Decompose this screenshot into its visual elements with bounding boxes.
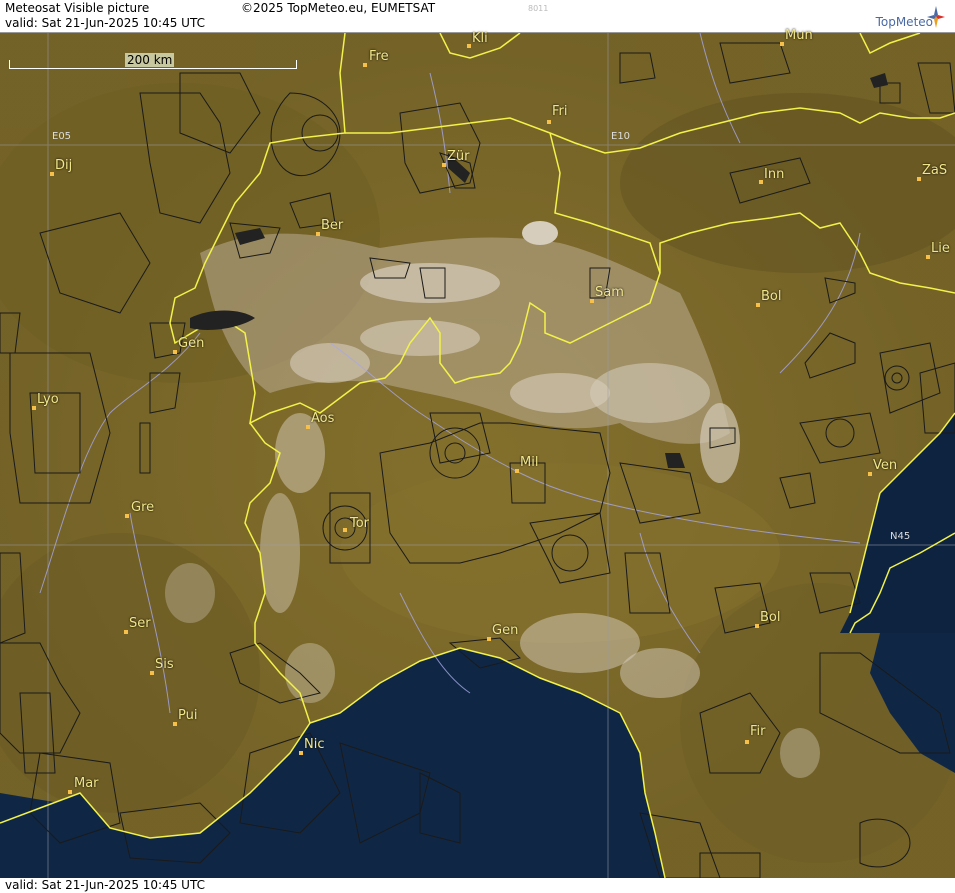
city-dot bbox=[926, 255, 930, 259]
scale-label: 200 km bbox=[125, 53, 175, 67]
city-dot bbox=[487, 637, 491, 641]
scale-tick-right bbox=[296, 60, 297, 69]
city-label-ven[interactable]: Ven bbox=[873, 458, 897, 473]
city-dot bbox=[124, 630, 128, 634]
city-dot bbox=[759, 180, 763, 184]
city-dot bbox=[32, 406, 36, 410]
city-dot bbox=[363, 63, 367, 67]
map-canvas bbox=[0, 33, 955, 878]
city-label-ser[interactable]: Ser bbox=[129, 616, 151, 631]
city-label-kli[interactable]: Kli bbox=[472, 31, 488, 46]
city-label-mil[interactable]: Mil bbox=[520, 455, 538, 470]
city-dot bbox=[755, 624, 759, 628]
city-label-nic[interactable]: Nic bbox=[304, 737, 324, 752]
city-label-bol-north[interactable]: Bol bbox=[761, 289, 781, 304]
product-title: Meteosat Visible picture bbox=[5, 1, 150, 15]
city-dot bbox=[917, 177, 921, 181]
city-dot bbox=[515, 469, 519, 473]
city-dot bbox=[745, 740, 749, 744]
city-dot bbox=[467, 44, 471, 48]
city-label-fre[interactable]: Fre bbox=[369, 49, 389, 64]
city-dot bbox=[306, 425, 310, 429]
satellite-map[interactable]: 200 km E05 E10 N45 Kli Mun Fre Fri Zür I… bbox=[0, 28, 955, 878]
grid-label-n45: N45 bbox=[890, 531, 911, 542]
scale-line bbox=[9, 68, 297, 69]
city-label-ber[interactable]: Ber bbox=[321, 218, 343, 233]
city-dot bbox=[756, 303, 760, 307]
city-dot bbox=[590, 299, 594, 303]
city-dot bbox=[150, 671, 154, 675]
city-dot bbox=[343, 528, 347, 532]
city-label-pui[interactable]: Pui bbox=[178, 708, 197, 723]
product-code: 8011 bbox=[528, 4, 549, 13]
city-dot bbox=[173, 722, 177, 726]
city-label-aos[interactable]: Aos bbox=[311, 411, 334, 426]
city-label-mun[interactable]: Mun bbox=[785, 28, 813, 43]
city-label-sis[interactable]: Sis bbox=[155, 657, 174, 672]
footer-valid-time: valid: Sat 21-Jun-2025 10:45 UTC bbox=[5, 878, 205, 892]
city-label-zur[interactable]: Zür bbox=[447, 149, 470, 164]
city-label-bol-south[interactable]: Bol bbox=[760, 610, 780, 625]
city-label-zas[interactable]: ZaS bbox=[922, 163, 947, 178]
city-dot bbox=[780, 42, 784, 46]
city-label-dij[interactable]: Dij bbox=[55, 158, 72, 173]
city-dot bbox=[125, 514, 129, 518]
city-label-gen-genoa[interactable]: Gen bbox=[492, 623, 518, 638]
footer-bar: valid: Sat 21-Jun-2025 10:45 UTC bbox=[0, 878, 955, 893]
city-label-inn[interactable]: Inn bbox=[764, 167, 784, 182]
city-dot bbox=[547, 120, 551, 124]
city-label-fir[interactable]: Fir bbox=[750, 724, 766, 739]
city-label-fri[interactable]: Fri bbox=[552, 104, 568, 119]
copyright: ©2025 TopMeteo.eu, EUMETSAT bbox=[241, 1, 436, 15]
city-label-gre[interactable]: Gre bbox=[131, 500, 154, 515]
city-dot bbox=[442, 163, 446, 167]
scale-tick-left bbox=[9, 60, 10, 69]
scale-bar: 200 km bbox=[9, 53, 297, 69]
city-dot bbox=[173, 350, 177, 354]
grid-label-e10: E10 bbox=[611, 131, 631, 142]
city-label-lyo[interactable]: Lyo bbox=[37, 392, 59, 407]
city-dot bbox=[50, 172, 54, 176]
city-label-mar[interactable]: Mar bbox=[74, 776, 99, 791]
city-dot bbox=[868, 472, 872, 476]
valid-time: valid: Sat 21-Jun-2025 10:45 UTC bbox=[5, 16, 205, 30]
city-label-tor[interactable]: Tor bbox=[350, 516, 369, 531]
topmeteo-logo[interactable]: TopMeteo bbox=[851, 4, 947, 30]
city-label-sam[interactable]: Sam bbox=[595, 285, 624, 300]
grid-label-e05: E05 bbox=[52, 131, 72, 142]
city-dot bbox=[316, 232, 320, 236]
city-label-lie[interactable]: Lie bbox=[931, 241, 950, 256]
city-dot bbox=[68, 790, 72, 794]
compass-star-icon bbox=[927, 6, 945, 28]
city-dot bbox=[299, 751, 303, 755]
city-label-gen-geneva[interactable]: Gen bbox=[178, 336, 204, 351]
app-root: Meteosat Visible picture valid: Sat 21-J… bbox=[0, 0, 955, 893]
